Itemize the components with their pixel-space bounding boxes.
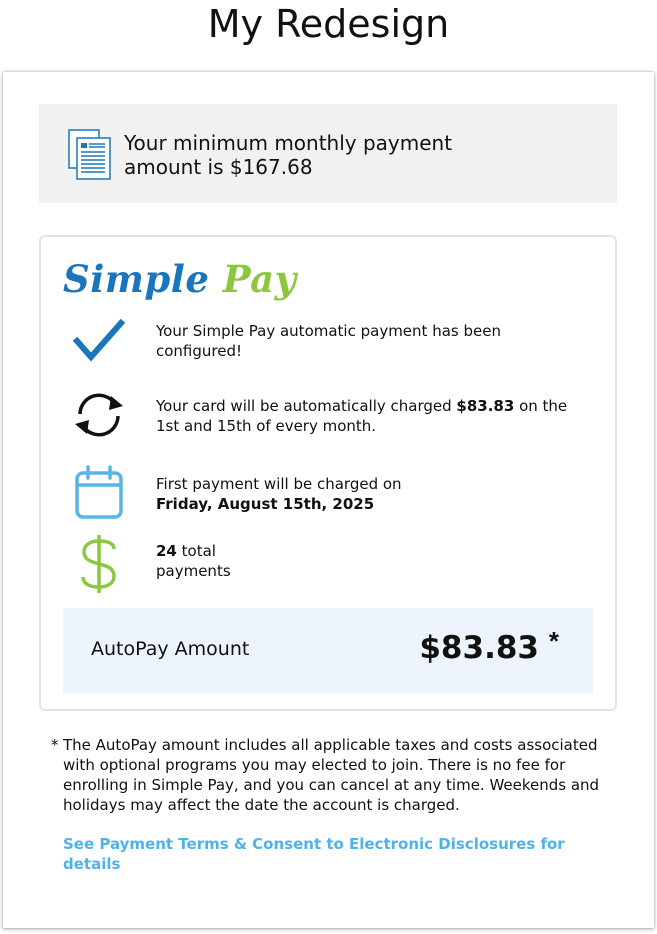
document-icon [68,129,112,181]
payment-terms-link[interactable]: See Payment Terms & Consent to Electroni… [63,834,583,874]
checkmark-icon [69,317,129,365]
logo-word-pay: Pay [222,257,297,301]
autopay-amount-box: AutoPay Amount $83.83 * [63,608,593,693]
recurring-arrows-icon [69,387,129,443]
configured-text: Your Simple Pay automatic payment has be… [156,322,501,360]
total-payments-text: 24 total payments [156,541,276,581]
autopay-amount-value: $83.83 [419,630,539,666]
disclaimer-text: The AutoPay amount includes all applicab… [63,736,600,814]
total-payments-count: 24 [156,542,177,560]
first-payment-pre: First payment will be charged on [156,475,402,493]
first-payment-date: Friday, August 15th, 2025 [156,495,375,513]
disclaimer-marker: * [51,736,59,754]
phone-frame: Your minimum monthly payment amount is $… [3,72,654,928]
charge-amount: $83.83 [456,397,515,415]
minimum-payment-text: Your minimum monthly payment amount is $… [124,131,453,179]
autopay-amount-label: AutoPay Amount [91,638,250,660]
logo-word-simple: Simple [63,257,210,301]
minimum-payment-notice: Your minimum monthly payment amount is $… [39,104,617,203]
simple-pay-card: Simple Pay Your Simple Pay automatic pay… [39,235,617,711]
autopay-disclaimer: * The AutoPay amount includes all applic… [51,735,617,815]
autopay-footnote-marker: * [548,626,559,656]
dollar-icon [69,533,129,595]
calendar-icon [69,465,129,521]
schedule-text-pre: Your card will be automatically charged [156,397,457,415]
page-title: My Redesign [207,2,450,46]
schedule-text: Your card will be automatically charged … [156,396,576,436]
simple-pay-logo: Simple Pay [63,257,297,301]
first-payment-text: First payment will be charged on Friday, … [156,474,576,514]
